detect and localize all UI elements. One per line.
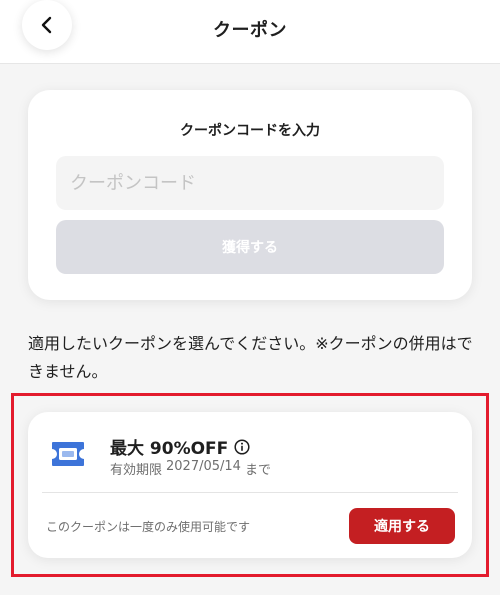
header: クーポン <box>0 0 500 64</box>
apply-coupon-button[interactable]: 適用する <box>349 508 455 544</box>
coupon-validity: 有効期限 2027/05/14 まで <box>110 459 271 478</box>
page-title: クーポン <box>213 20 287 41</box>
validity-label: 有効期限 <box>110 463 163 478</box>
coupon-card[interactable]: 最大 90%OFF 有効期限 2027/05/14 まで このクーポンは一度のみ… <box>28 412 472 558</box>
ticket-icon <box>50 440 86 468</box>
coupon-divider <box>42 492 458 493</box>
validity-date: 2027/05/14 <box>166 459 241 474</box>
coupon-code-input[interactable] <box>56 156 444 210</box>
coupon-instruction: 適用したいクーポンを選んでください。※クーポンの併用はできません。 <box>28 334 473 381</box>
validity-suffix: まで <box>244 463 271 478</box>
coupon-code-heading: クーポンコードを入力 <box>180 123 320 139</box>
coupon-title-text: 最大 90%OFF <box>110 439 229 459</box>
coupon-title: 最大 90%OFF <box>110 434 250 459</box>
acquire-button[interactable]: 獲得する <box>56 220 444 274</box>
coupon-usage-note: このクーポンは一度のみ使用可能です <box>46 520 251 534</box>
coupon-code-card: クーポンコードを入力 獲得する <box>28 90 472 300</box>
info-icon[interactable] <box>234 438 250 455</box>
